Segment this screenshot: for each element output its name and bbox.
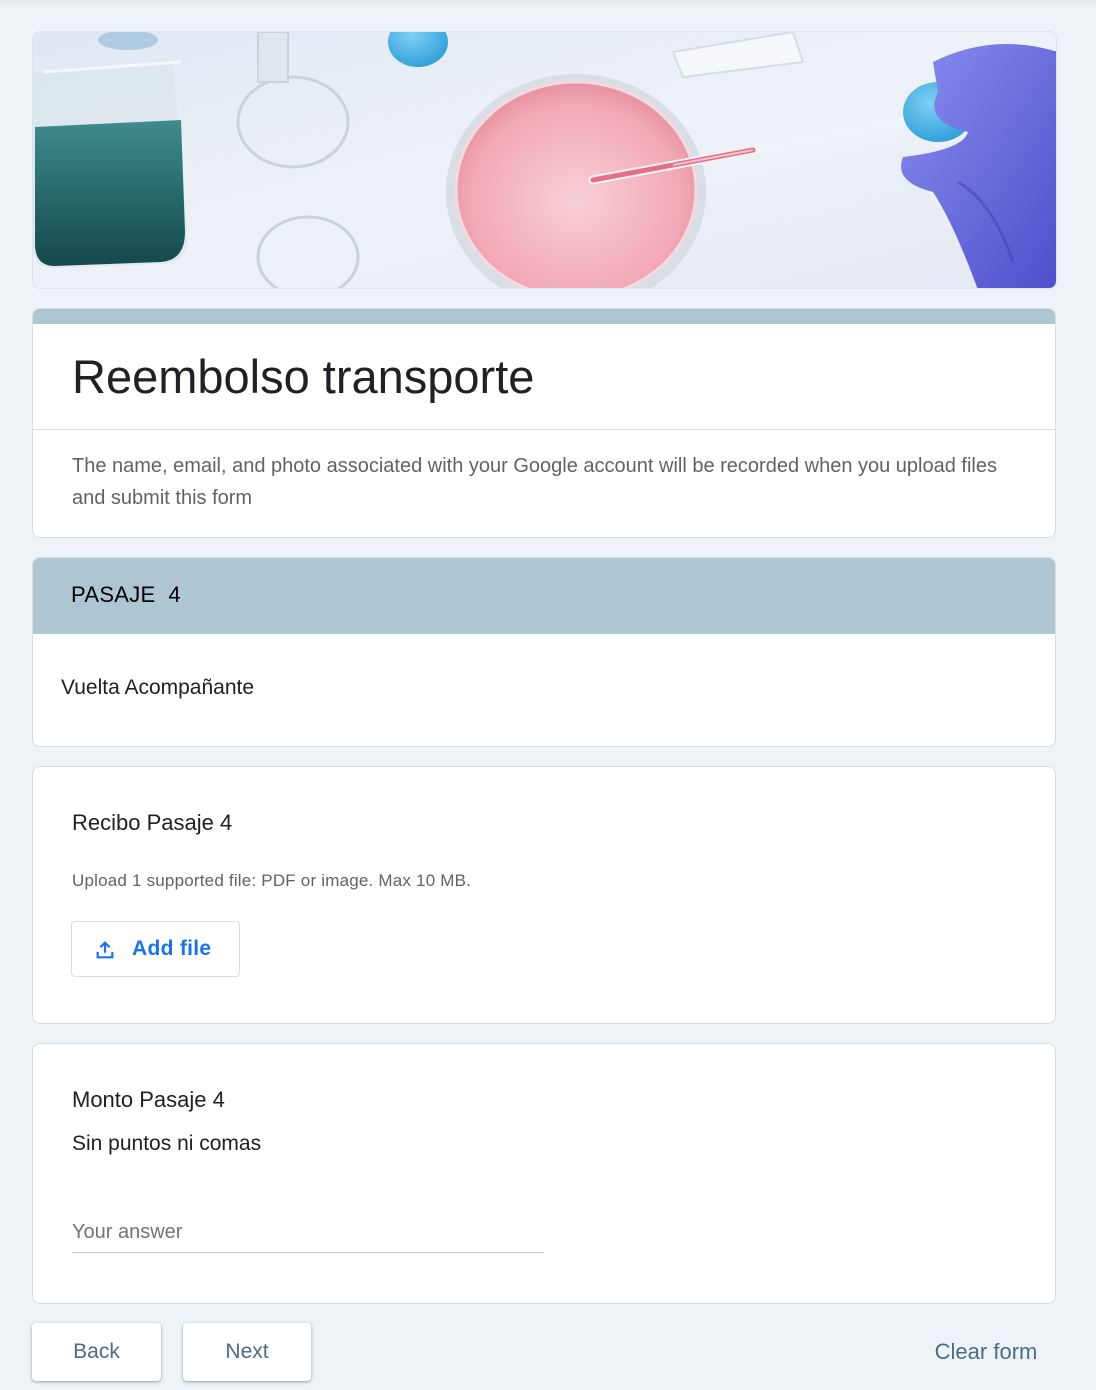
section-header-card: PASAJE 4 Vuelta Acompañante [32,557,1056,747]
section-description: Vuelta Acompañante [61,676,255,699]
upload-icon [96,941,114,959]
question-help-text: Sin puntos ni comas [72,1132,262,1155]
next-button[interactable]: Next [183,1323,311,1381]
divider [33,429,1055,430]
question-card-receipt: Recibo Pasaje 4 Upload 1 supported file:… [32,766,1056,1024]
lab-illustration [33,32,1056,288]
amount-answer-input[interactable] [72,1212,544,1253]
header-accent-bar [33,309,1055,324]
question-title: Recibo Pasaje 4 [72,810,233,835]
question-title: Monto Pasaje 4 [72,1087,225,1112]
add-file-button[interactable]: Add file [71,921,240,977]
form-title: Reembolso transporte [72,350,535,403]
section-title: PASAJE 4 [71,582,181,607]
section-title-bar: PASAJE 4 [33,558,1055,634]
add-file-label: Add file [132,937,212,960]
header-banner-image [32,31,1057,289]
upload-hint: Upload 1 supported file: PDF or image. M… [72,871,472,890]
form-header-card: Reembolso transporte The name, email, an… [32,308,1056,538]
clear-form-button[interactable]: Clear form [916,1323,1056,1381]
top-edge [0,0,1096,6]
form-description: The name, email, and photo associated wi… [72,455,997,509]
back-button[interactable]: Back [32,1323,161,1381]
question-card-amount: Monto Pasaje 4 Sin puntos ni comas [32,1043,1056,1304]
